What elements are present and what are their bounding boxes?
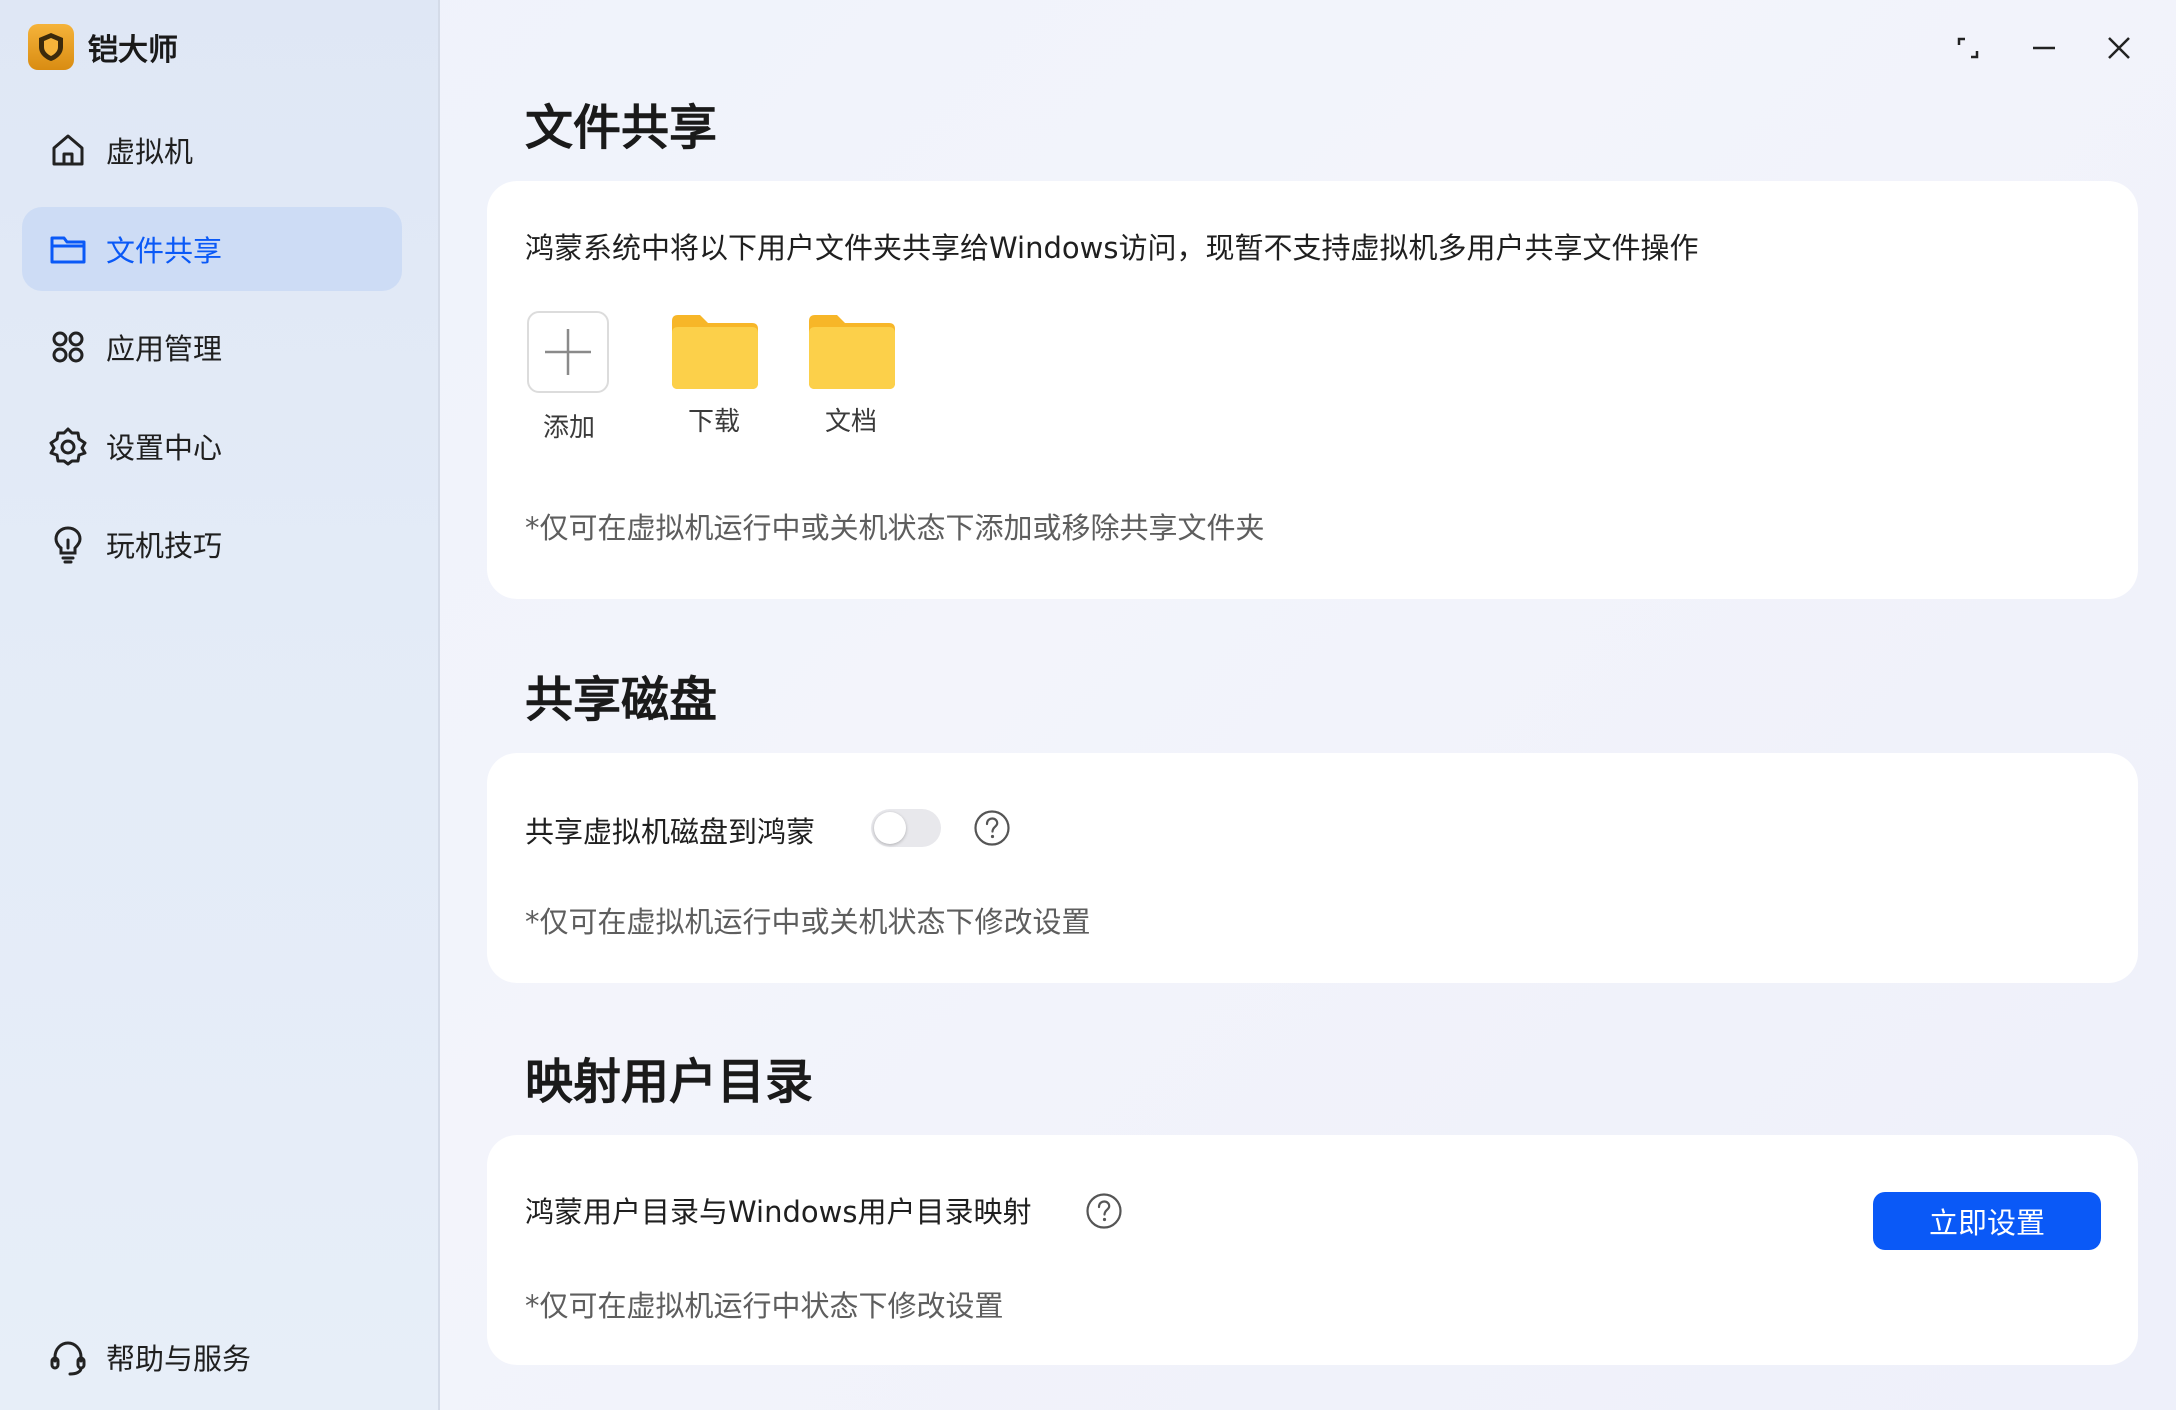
user-dir-note: *仅可在虚拟机运行中状态下修改设置 [525, 1289, 1004, 1323]
file-share-note: *仅可在虚拟机运行中或关机状态下添加或移除共享文件夹 [525, 511, 1265, 545]
app-name: 铠大师 [88, 33, 178, 68]
close-icon[interactable] [2097, 26, 2141, 70]
sidebar-item-label: 设置中心 [106, 431, 223, 465]
shared-disk-note: *仅可在虚拟机运行中或关机状态下修改设置 [525, 905, 1091, 939]
toggle-knob [874, 812, 906, 844]
section-title-user-dir: 映射用户目录 [525, 1054, 814, 1110]
sidebar-item-label: 应用管理 [106, 332, 223, 366]
help-icon[interactable] [1085, 1192, 1123, 1230]
tile-label: 添加 [542, 413, 595, 443]
user-dir-card: 鸿蒙用户目录与Windows用户目录映射 立即设置 *仅可在虚拟机运行中状态下修… [487, 1135, 2138, 1365]
add-icon [527, 311, 609, 393]
folder-icon [672, 315, 758, 389]
restore-icon[interactable] [1946, 26, 1990, 70]
lightbulb-icon [46, 522, 90, 566]
brand: 铠大师 [28, 24, 178, 70]
sidebar-item-vm[interactable]: 虚拟机 [22, 108, 402, 192]
sidebar-item-help[interactable]: 帮助与服务 [22, 1315, 402, 1399]
add-folder-tile[interactable]: 添加 [527, 311, 611, 444]
headset-icon [46, 1335, 90, 1379]
sidebar-item-label: 帮助与服务 [106, 1342, 252, 1376]
shared-disk-card: 共享虚拟机磁盘到鸿蒙 *仅可在虚拟机运行中或关机状态下修改设置 [487, 753, 2138, 983]
sidebar-item-label: 文件共享 [106, 234, 223, 268]
user-dir-label: 鸿蒙用户目录与Windows用户目录映射 [525, 1195, 1032, 1229]
folder-tile-documents[interactable]: 文档 [804, 313, 898, 438]
tile-label: 下载 [687, 407, 740, 437]
sidebar-item-label: 玩机技巧 [106, 529, 223, 563]
file-share-card: 鸿蒙系统中将以下用户文件夹共享给Windows访问，现暂不支持虚拟机多用户共享文… [487, 181, 2138, 599]
sidebar-item-file-share[interactable]: 文件共享 [22, 207, 402, 291]
shared-disk-label: 共享虚拟机磁盘到鸿蒙 [525, 815, 816, 849]
sidebar-item-tips[interactable]: 玩机技巧 [22, 502, 402, 586]
folder-tile-downloads[interactable]: 下载 [667, 313, 761, 438]
gear-icon [46, 424, 90, 468]
apps-grid-icon [46, 325, 90, 369]
shared-disk-toggle[interactable] [871, 809, 941, 847]
file-share-description: 鸿蒙系统中将以下用户文件夹共享给Windows访问，现暂不支持虚拟机多用户共享文… [525, 231, 1699, 265]
sidebar: 铠大师 虚拟机 文件共享 应用管理 设置中心 玩机技巧 帮助与服务 [0, 0, 440, 1410]
section-title-shared-disk: 共享磁盘 [525, 672, 718, 728]
setup-now-button[interactable]: 立即设置 [1873, 1192, 2101, 1250]
sidebar-item-settings[interactable]: 设置中心 [22, 404, 402, 488]
sidebar-item-app-management[interactable]: 应用管理 [22, 305, 402, 389]
app-logo-icon [28, 24, 74, 70]
tile-label: 文档 [824, 407, 877, 437]
folder-icon [809, 315, 895, 389]
minimize-icon[interactable] [2022, 26, 2066, 70]
home-icon [46, 128, 90, 172]
folder-icon [46, 227, 90, 271]
help-icon[interactable] [973, 809, 1011, 847]
section-title-file-share: 文件共享 [525, 100, 718, 156]
sidebar-item-label: 虚拟机 [106, 135, 194, 169]
